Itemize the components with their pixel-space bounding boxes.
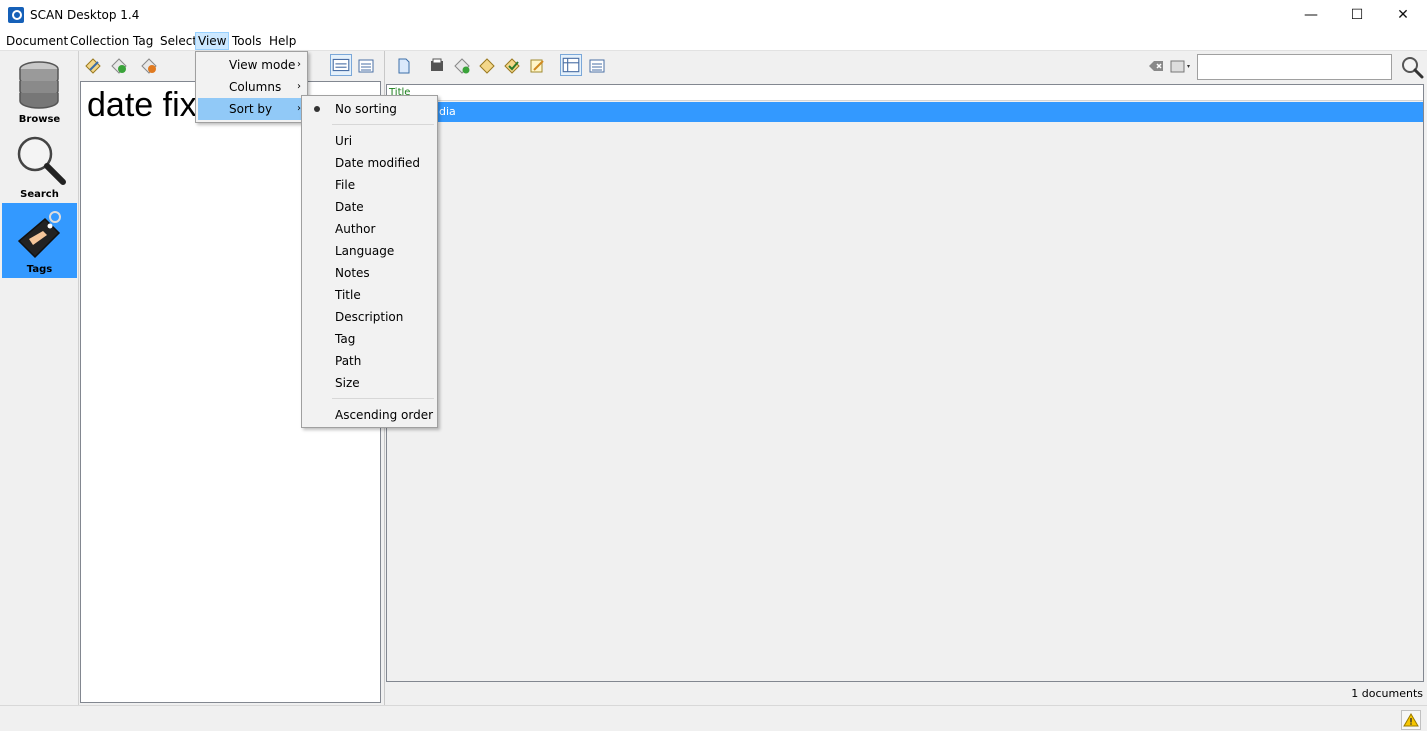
menu-bar: Document Collection Tag Select View Tool… xyxy=(0,30,1427,51)
menu-separator xyxy=(332,398,434,399)
scan-document-icon[interactable] xyxy=(428,57,446,75)
warning-button[interactable] xyxy=(1401,710,1421,730)
menu-collection[interactable]: Collection xyxy=(68,32,131,50)
nav-label-search: Search xyxy=(20,189,59,200)
menu-item-sort-by[interactable]: Sort by › xyxy=(198,98,305,120)
sort-option-label: Author xyxy=(335,222,376,236)
menu-tag[interactable]: Tag xyxy=(131,32,155,50)
sort-option-label: Date xyxy=(335,200,364,214)
nav-panel: Browse Search Tags xyxy=(0,51,79,731)
menu-separator xyxy=(332,124,434,125)
sort-option-tag[interactable]: Tag xyxy=(304,328,435,350)
search-options-icon[interactable] xyxy=(1169,57,1193,75)
radio-bullet-icon xyxy=(314,106,320,112)
menu-item-label: View mode xyxy=(229,58,296,72)
column-header-title[interactable]: Title xyxy=(387,85,1423,101)
tag-item[interactable]: date fix xyxy=(87,86,197,125)
menu-item-view-mode[interactable]: View mode › xyxy=(198,54,305,76)
sort-option-label: Notes xyxy=(335,266,370,280)
edit-tag-icon[interactable] xyxy=(84,57,102,75)
menu-document[interactable]: Document xyxy=(4,32,70,50)
menu-item-label: Sort by xyxy=(229,102,273,116)
sort-option-label: Path xyxy=(335,354,362,368)
sort-option-date[interactable]: Date xyxy=(304,196,435,218)
nav-item-tags[interactable]: Tags xyxy=(2,203,77,278)
database-icon xyxy=(19,61,59,109)
search-input[interactable] xyxy=(1197,54,1392,80)
nav-label-tags: Tags xyxy=(26,264,53,275)
details-view-icon[interactable] xyxy=(588,57,606,75)
view-menu: View mode › Columns › Sort by › xyxy=(195,51,308,123)
cloud-view-icon[interactable] xyxy=(330,54,352,76)
check-document-icon[interactable] xyxy=(503,57,521,75)
add-to-collection-icon[interactable] xyxy=(453,57,471,75)
nav-item-browse[interactable]: Browse xyxy=(2,53,77,128)
sort-option-language[interactable]: Language xyxy=(304,240,435,262)
sort-option-file[interactable]: File xyxy=(304,174,435,196)
sort-option-label: Date modified xyxy=(335,156,421,170)
add-tag-icon[interactable] xyxy=(110,57,128,75)
window-title: SCAN Desktop 1.4 xyxy=(30,8,140,22)
sort-option-path[interactable]: Path xyxy=(304,350,435,372)
clear-tag-icon[interactable] xyxy=(1147,57,1165,75)
menu-tools[interactable]: Tools xyxy=(230,32,264,50)
remove-tag-icon[interactable] xyxy=(140,57,158,75)
chevron-right-icon: › xyxy=(297,59,301,70)
sort-option-label: Language xyxy=(335,244,395,258)
sort-option-label: File xyxy=(335,178,356,192)
sort-option-notes[interactable]: Notes xyxy=(304,262,435,284)
maximize-button[interactable]: ☐ xyxy=(1334,0,1380,30)
nav-label-browse: Browse xyxy=(18,114,61,125)
sort-option-label: Ascending order xyxy=(335,408,434,422)
magnifier-icon xyxy=(17,136,66,185)
sort-option-label: Title xyxy=(335,288,361,302)
minimize-button[interactable]: — xyxy=(1288,0,1334,30)
sort-option-no-sorting[interactable]: No sorting xyxy=(304,98,435,120)
sort-option-label: Tag xyxy=(335,332,356,346)
title-bar: SCAN Desktop 1.4 — ☐ ✕ xyxy=(0,0,1427,30)
search-icon[interactable] xyxy=(1400,55,1424,79)
documents-pane: Title dia 1 documents xyxy=(384,51,1427,705)
documents-toolbar xyxy=(385,51,1427,81)
menu-item-columns[interactable]: Columns › xyxy=(198,76,305,98)
sort-option-description[interactable]: Description xyxy=(304,306,435,328)
menu-item-label: Columns xyxy=(229,80,282,94)
menu-select[interactable]: Select xyxy=(158,32,199,50)
table-row[interactable]: dia xyxy=(387,102,1423,122)
warning-icon xyxy=(1403,713,1419,727)
menu-help[interactable]: Help xyxy=(267,32,298,50)
app-icon xyxy=(8,7,24,23)
nav-item-search[interactable]: Search xyxy=(2,128,77,203)
tag-document-icon[interactable] xyxy=(478,57,496,75)
sort-option-title[interactable]: Title xyxy=(304,284,435,306)
sort-option-label: Size xyxy=(335,376,360,390)
sort-option-label: Description xyxy=(335,310,404,324)
sort-option-label: No sorting xyxy=(335,102,397,116)
documents-table[interactable]: Title dia xyxy=(386,84,1424,682)
sort-option-label: Uri xyxy=(335,134,353,148)
sort-option-size[interactable]: Size xyxy=(304,372,435,394)
table-view-icon[interactable] xyxy=(560,54,582,76)
sort-by-submenu: No sorting Uri Date modified File Date Autho… xyxy=(301,95,438,428)
list-view-icon[interactable] xyxy=(357,57,375,75)
menu-view[interactable]: View xyxy=(195,32,230,50)
edit-document-icon[interactable] xyxy=(528,57,546,75)
sort-option-date-modified[interactable]: Date modified xyxy=(304,152,435,174)
status-bar xyxy=(0,705,1427,731)
row-title: dia xyxy=(439,105,456,118)
sort-option-uri[interactable]: Uri xyxy=(304,130,435,152)
new-document-icon[interactable] xyxy=(395,57,413,75)
close-button[interactable]: ✕ xyxy=(1380,0,1426,30)
sort-option-ascending-order[interactable]: Ascending order xyxy=(304,404,435,426)
tag-icon xyxy=(17,211,61,259)
document-count: 1 documents xyxy=(1351,687,1423,700)
sort-option-author[interactable]: Author xyxy=(304,218,435,240)
